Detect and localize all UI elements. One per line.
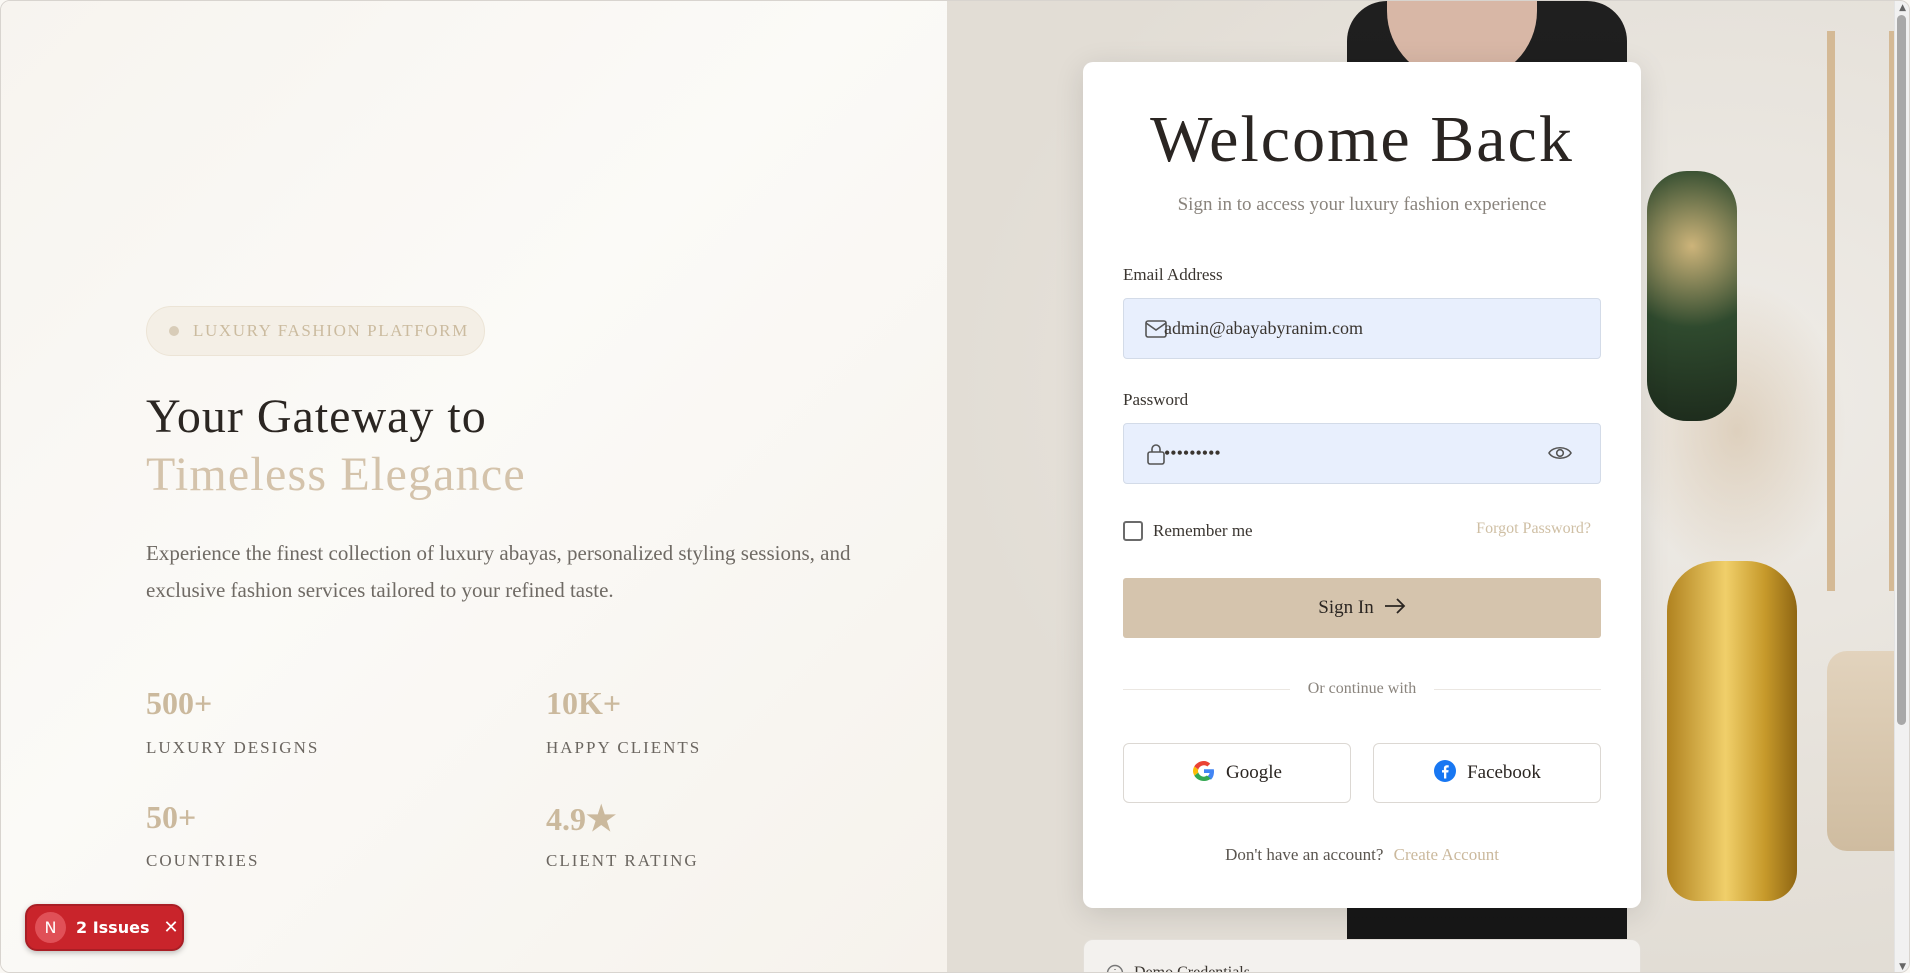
stat-value-designs: 500+ xyxy=(146,685,213,721)
badge-text: LUXURY FASHION PLATFORM xyxy=(193,321,469,340)
remember-label: Remember me xyxy=(1153,521,1253,540)
sign-in-label: Sign In xyxy=(1318,597,1374,618)
stat-value-rating: 4.9 xyxy=(546,800,586,837)
hero-panel: LUXURY FASHION PLATFORM Your Gateway to … xyxy=(1,1,947,972)
stat-label-rating: CLIENT RATING xyxy=(546,851,699,870)
arrow-right-icon xyxy=(1384,598,1406,618)
remember-me[interactable]: Remember me xyxy=(1123,521,1253,541)
eye-icon[interactable] xyxy=(1548,443,1572,467)
badge-dot xyxy=(169,326,179,336)
star-icon: ★ xyxy=(586,801,617,838)
close-icon[interactable]: ✕ xyxy=(163,917,178,938)
scrollbar[interactable]: ▲ ▼ xyxy=(1894,1,1909,972)
stat-value-countries: 50+ xyxy=(146,799,197,835)
hero-description: Experience the finest collection of luxu… xyxy=(146,541,851,602)
photo-ladder xyxy=(1827,31,1897,591)
scroll-down-icon[interactable]: ▼ xyxy=(1899,962,1906,972)
login-title: Welcome Back xyxy=(1150,103,1574,176)
hero-headline-line2: Timeless Elegance xyxy=(146,448,526,501)
login-subtitle: Sign in to access your luxury fashion ex… xyxy=(1177,194,1547,215)
signup-line: Don't have an account? Create Account xyxy=(1083,845,1641,865)
divider-label: Or continue with xyxy=(1289,680,1435,697)
app-window: LUXURY FASHION PLATFORM Your Gateway to … xyxy=(0,0,1910,973)
login-card: Welcome Back Sign in to access your luxu… xyxy=(1083,62,1641,908)
password-field[interactable]: ••••••••• xyxy=(1123,423,1601,484)
scroll-thumb[interactable] xyxy=(1897,15,1906,725)
photo-vase xyxy=(1667,561,1797,901)
signup-prompt: Don't have an account? xyxy=(1225,845,1384,864)
stat-rating: 4.9 ★ xyxy=(546,799,616,839)
google-icon xyxy=(1192,759,1216,787)
scroll-up-icon[interactable]: ▲ xyxy=(1899,3,1906,13)
forgot-password-link[interactable]: Forgot Password? xyxy=(1476,520,1591,538)
issues-label: 2 Issues xyxy=(76,918,150,937)
hero-headline-line1: Your Gateway to xyxy=(146,390,487,443)
email-label: Email Address xyxy=(1123,265,1223,284)
platform-badge: LUXURY FASHION PLATFORM xyxy=(146,306,485,356)
password-value: ••••••••• xyxy=(1164,443,1221,463)
remember-checkbox[interactable] xyxy=(1123,521,1143,541)
stat-label-countries: COUNTRIES xyxy=(146,851,260,870)
photo-embroidery xyxy=(1647,171,1737,421)
google-label: Google xyxy=(1226,762,1282,783)
stat-value-clients: 10K+ xyxy=(546,685,622,721)
password-label: Password xyxy=(1123,390,1189,409)
email-value: admin@abayabyranim.com xyxy=(1164,318,1364,338)
create-account-link[interactable]: Create Account xyxy=(1394,845,1499,864)
issues-badge[interactable]: N 2 Issues ✕ xyxy=(25,904,184,951)
facebook-button[interactable]: Facebook xyxy=(1373,743,1601,803)
email-field[interactable]: admin@abayabyranim.com xyxy=(1123,298,1601,359)
facebook-icon xyxy=(1433,759,1457,787)
demo-credentials-panel[interactable]: Demo Credentials xyxy=(1083,939,1641,973)
google-button[interactable]: Google xyxy=(1123,743,1351,803)
stat-label-designs: LUXURY DESIGNS xyxy=(146,738,320,757)
demo-credentials-label: Demo Credentials xyxy=(1134,964,1250,973)
sign-in-button[interactable]: Sign In xyxy=(1123,578,1601,638)
issues-initial: N xyxy=(35,912,66,943)
facebook-label: Facebook xyxy=(1467,762,1541,783)
info-icon xyxy=(1106,964,1124,972)
stat-label-clients: HAPPY CLIENTS xyxy=(546,738,702,757)
divider-text: Or continue with xyxy=(1083,680,1641,698)
